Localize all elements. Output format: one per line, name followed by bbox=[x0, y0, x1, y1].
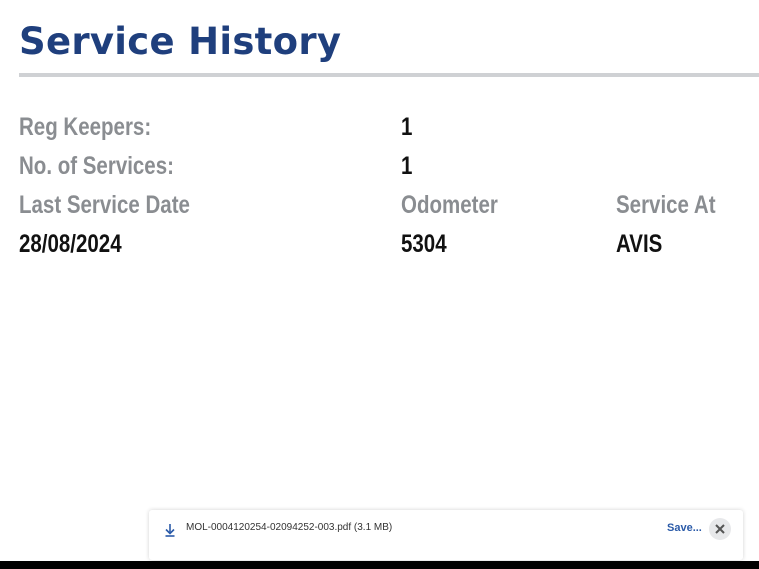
odometer-label: Odometer bbox=[401, 191, 498, 219]
service-at-label: Service At bbox=[616, 191, 716, 219]
download-bar: MOL-0004120254-02094252-003.pdf (3.1 MB)… bbox=[149, 510, 743, 560]
page-title: Service History bbox=[19, 20, 342, 63]
download-icon[interactable] bbox=[163, 522, 177, 538]
reg-keepers-value: 1 bbox=[401, 113, 413, 141]
services-count-label: No. of Services: bbox=[19, 152, 174, 180]
title-divider bbox=[19, 73, 759, 77]
close-button[interactable] bbox=[709, 518, 731, 540]
bottom-edge bbox=[0, 561, 759, 569]
save-button[interactable]: Save... bbox=[667, 522, 702, 534]
services-count-value: 1 bbox=[401, 152, 413, 180]
download-filename: MOL-0004120254-02094252-003.pdf (3.1 MB) bbox=[186, 522, 393, 533]
service-at-value: AVIS bbox=[616, 230, 663, 258]
last-service-date-label: Last Service Date bbox=[19, 191, 190, 219]
last-service-date-value: 28/08/2024 bbox=[19, 230, 122, 258]
close-icon bbox=[715, 524, 725, 534]
reg-keepers-label: Reg Keepers: bbox=[19, 113, 152, 141]
odometer-value: 5304 bbox=[401, 230, 447, 258]
